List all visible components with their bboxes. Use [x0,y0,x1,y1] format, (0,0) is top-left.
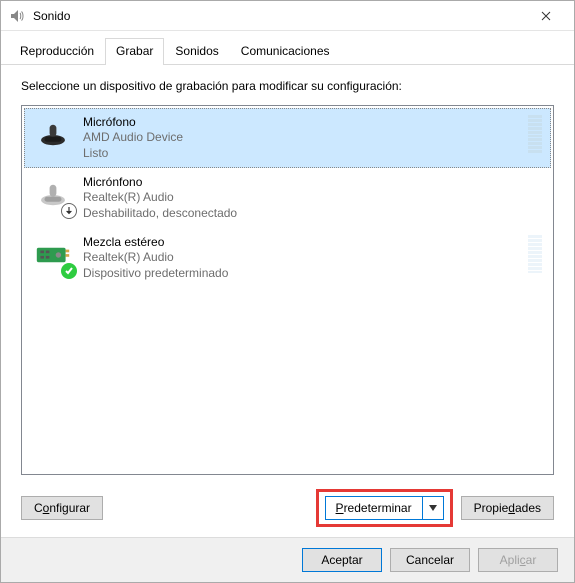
device-status: Listo [83,146,522,162]
tab-sounds[interactable]: Sonidos [164,38,229,64]
titlebar: Sonido [1,1,574,31]
device-name: Micrónfono [83,175,542,189]
dialog-buttons: Aceptar Cancelar Aplicar [1,537,574,582]
soundcard-icon [33,235,73,275]
device-list[interactable]: Micrófono AMD Audio Device Listo Micrónf… [21,105,554,475]
button-label: Propiedades [474,501,541,515]
checkmark-icon [61,263,77,279]
properties-button[interactable]: Propiedades [461,496,554,520]
dropdown-arrow-icon[interactable] [423,497,443,519]
tab-strip: Reproducción Grabar Sonidos Comunicacion… [1,31,574,65]
device-info: Mezcla estéreo Realtek(R) Audio Disposit… [83,235,522,281]
tab-recording[interactable]: Grabar [105,38,164,65]
tab-playback[interactable]: Reproducción [9,38,105,64]
configure-button[interactable]: Configurar [21,496,103,520]
device-item[interactable]: Micrófono AMD Audio Device Listo [24,108,551,168]
device-status: Dispositivo predeterminado [83,266,522,282]
action-row: Configurar Predeterminar Propiedades [21,489,554,527]
device-subtitle: AMD Audio Device [83,130,522,146]
device-subtitle: Realtek(R) Audio [83,190,542,206]
apply-button: Aplicar [478,548,558,572]
instruction-text: Seleccione un dispositivo de grabación p… [21,79,554,93]
device-info: Micrófono AMD Audio Device Listo [83,115,522,161]
level-meter [528,235,542,273]
set-default-button[interactable]: Predeterminar [326,497,423,519]
microphone-icon [33,175,73,215]
cancel-button[interactable]: Cancelar [390,548,470,572]
device-item[interactable]: Mezcla estéreo Realtek(R) Audio Disposit… [24,228,551,288]
speaker-icon [9,8,25,24]
device-name: Micrófono [83,115,522,129]
annotation-highlight: Predeterminar [316,489,453,527]
sound-dialog: Sonido Reproducción Grabar Sonidos Comun… [0,0,575,583]
set-default-split-button[interactable]: Predeterminar [325,496,444,520]
tab-content: Seleccione un dispositivo de grabación p… [1,65,574,537]
tab-communications[interactable]: Comunicaciones [230,38,341,64]
device-item[interactable]: Micrónfono Realtek(R) Audio Deshabilitad… [24,168,551,228]
close-button[interactable] [526,1,566,31]
window-title: Sonido [33,9,526,23]
button-label: Aplicar [500,553,537,567]
device-name: Mezcla estéreo [83,235,522,249]
level-meter [528,115,542,153]
device-info: Micrónfono Realtek(R) Audio Deshabilitad… [83,175,542,221]
device-subtitle: Realtek(R) Audio [83,250,522,266]
arrow-down-icon [61,203,77,219]
microphone-icon [33,115,73,155]
device-status: Deshabilitado, desconectado [83,206,542,222]
ok-button[interactable]: Aceptar [302,548,382,572]
button-label: Configurar [34,501,90,515]
